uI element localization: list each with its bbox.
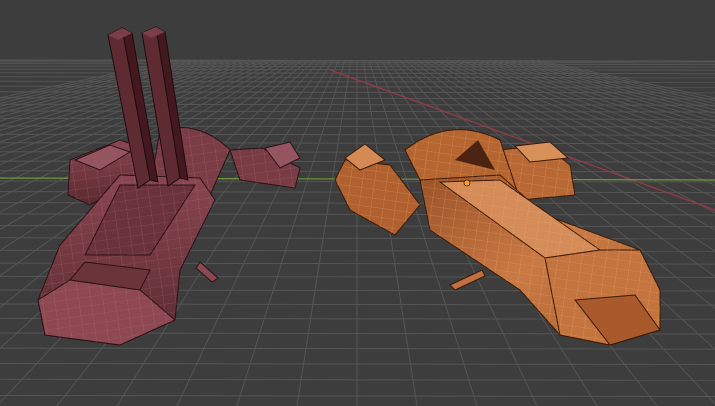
3d-viewport[interactable] — [0, 0, 715, 406]
object-origin-dot[interactable] — [463, 179, 471, 187]
ship-unselected[interactable] — [37, 26, 301, 346]
viewport-canvas[interactable] — [0, 0, 715, 406]
